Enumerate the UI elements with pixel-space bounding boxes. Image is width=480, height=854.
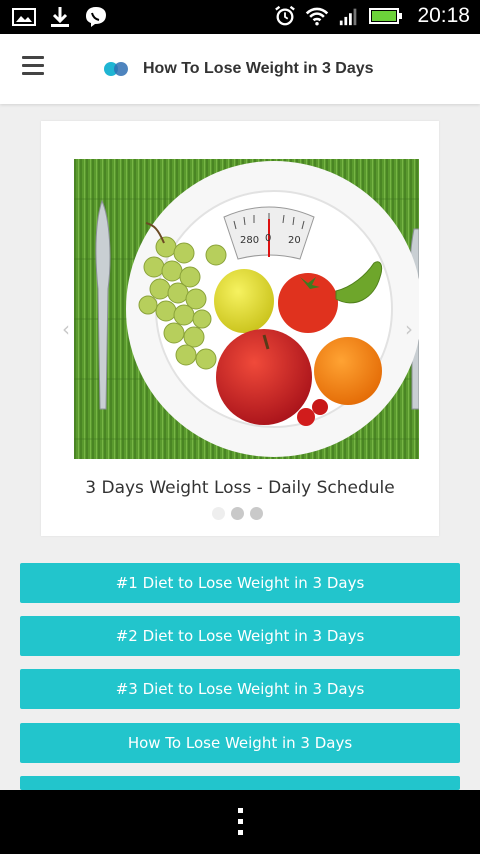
alarm-icon	[275, 5, 296, 26]
carousel-dot-2[interactable]	[231, 507, 244, 520]
overflow-menu-icon[interactable]	[236, 808, 244, 836]
carousel-indicators	[212, 507, 263, 520]
carousel-image[interactable]: 280 0 20	[74, 159, 419, 459]
carousel-prev-arrow-icon[interactable]: ‹	[62, 317, 70, 341]
wifi-icon	[306, 7, 329, 26]
battery-icon	[369, 8, 403, 24]
download-icon	[51, 7, 69, 27]
status-time: 20:18	[417, 4, 470, 27]
scale-label-280: 280	[240, 235, 259, 246]
scale-label-0: 0	[265, 233, 271, 244]
status-bar-system: 20:18	[273, 4, 470, 28]
next-list-button[interactable]	[20, 776, 460, 790]
how-to-lose-weight-button[interactable]: How To Lose Weight in 3 Days	[20, 723, 460, 763]
carousel-caption: 3 Days Weight Loss - Daily Schedule	[85, 478, 395, 498]
diet-1-button[interactable]: #1 Diet to Lose Weight in 3 Days	[20, 563, 460, 603]
carousel-dot-3[interactable]	[250, 507, 263, 520]
diet-2-button[interactable]: #2 Diet to Lose Weight in 3 Days	[20, 616, 460, 656]
system-nav-bar	[0, 790, 480, 854]
carousel-card: 280 0 20 ‹ › 3 Days Weight Loss - Daily …	[41, 121, 439, 536]
carousel-dot-1[interactable]	[212, 507, 225, 520]
scale-label-20: 20	[288, 235, 301, 246]
signal-icon	[340, 8, 357, 26]
app-bar: How To Lose Weight in 3 Days	[0, 34, 480, 104]
carousel-next-arrow-icon[interactable]: ›	[405, 317, 413, 341]
page-title: How To Lose Weight in 3 Days	[143, 60, 374, 77]
status-bar: 20:18	[0, 0, 480, 34]
hamburger-menu-icon[interactable]	[22, 56, 44, 76]
app-logo	[104, 62, 130, 76]
viber-icon	[86, 7, 106, 27]
diet-3-button[interactable]: #3 Diet to Lose Weight in 3 Days	[20, 669, 460, 709]
status-bar-notifications	[12, 6, 108, 28]
gallery-icon	[12, 8, 36, 26]
